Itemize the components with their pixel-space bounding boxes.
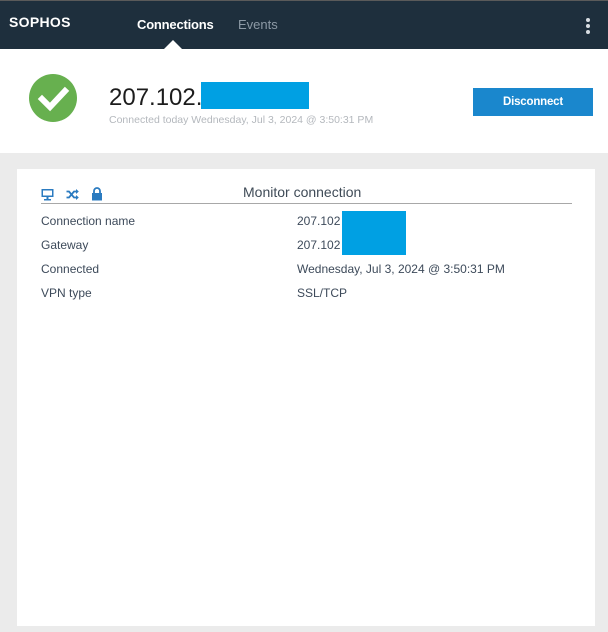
disconnect-button[interactable]: Disconnect — [473, 88, 593, 116]
row-value-vpn-type: SSL/TCP — [297, 286, 348, 300]
section-divider — [41, 203, 572, 204]
sophos-logo: SOPHOS — [9, 14, 71, 30]
row-label-vpn-type: VPN type — [41, 286, 92, 300]
connection-status-panel: 207.102. Connected today Wednesday, Jul … — [0, 49, 608, 153]
kebab-dot — [586, 30, 590, 34]
monitor-connection-card: Monitor connection Connection name 207.1… — [17, 169, 595, 626]
active-tab-indicator — [164, 40, 182, 49]
tab-events[interactable]: Events — [238, 17, 278, 32]
row-value-connection-name: 207.102 — [297, 214, 341, 228]
redacted-block — [201, 82, 309, 109]
kebab-dot — [586, 18, 590, 22]
row-label-connected: Connected — [41, 262, 100, 276]
row-label-gateway: Gateway — [41, 238, 89, 252]
monitor-title: Monitor connection — [243, 184, 362, 200]
row-value-connected: Wednesday, Jul 3, 2024 @ 3:50:31 PM — [297, 262, 505, 276]
row-value-gateway: 207.102 — [297, 238, 341, 252]
connection-title: 207.102. — [109, 84, 203, 111]
row-label-connection-name: Connection name — [41, 214, 136, 228]
top-nav-bar: SOPHOS Connections Events — [0, 0, 608, 49]
tab-connections[interactable]: Connections — [137, 17, 214, 32]
check-circle-icon — [29, 74, 77, 122]
redacted-block — [342, 211, 406, 255]
kebab-dot — [586, 24, 590, 28]
kebab-menu-icon[interactable] — [580, 15, 598, 37]
connection-subtitle: Connected today Wednesday, Jul 3, 2024 @… — [109, 114, 374, 126]
